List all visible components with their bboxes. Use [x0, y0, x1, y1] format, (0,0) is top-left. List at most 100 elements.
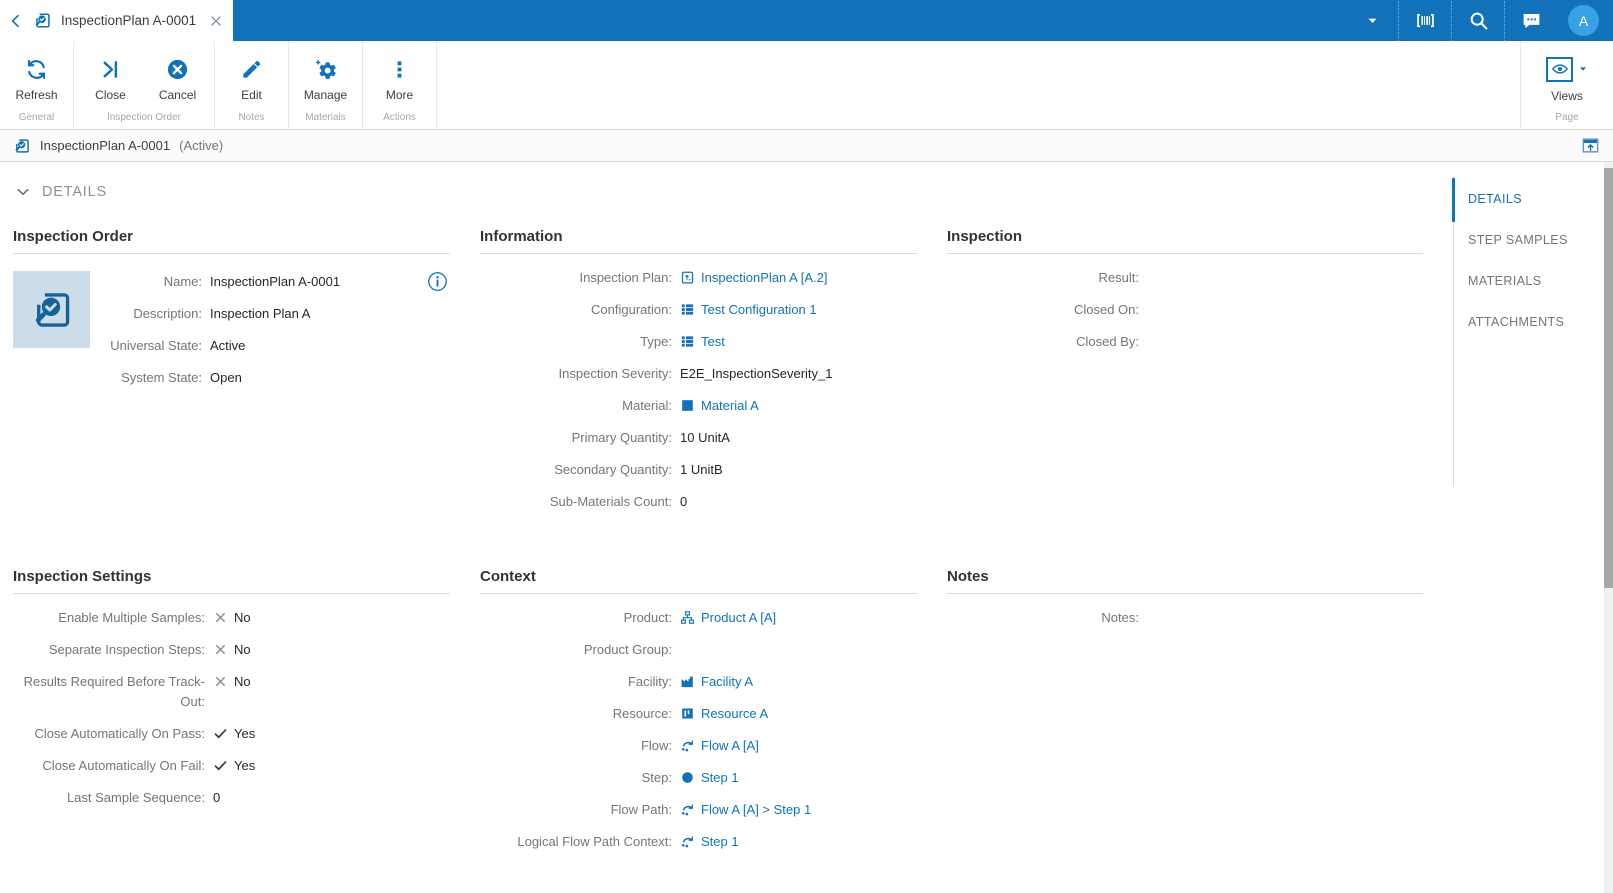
barcode-scan-icon[interactable]: [1399, 0, 1451, 41]
nav-item-materials[interactable]: MATERIALS: [1468, 260, 1568, 301]
field-row: Enable Multiple Samples: No: [13, 608, 450, 628]
topbar-dropdown-caret-icon[interactable]: [1346, 0, 1398, 41]
views-button[interactable]: Views: [1524, 56, 1610, 103]
field-row: Close Automatically On Pass: Yes: [13, 724, 450, 744]
section-title: Inspection: [947, 228, 1423, 254]
refresh-icon: [25, 58, 48, 81]
section-inspection-order: Inspection Order Name: InspectionPlan A-…: [13, 228, 450, 400]
field-label: Type:: [640, 334, 672, 349]
field-row: Closed By:: [947, 332, 1423, 352]
search-icon[interactable]: [1452, 0, 1504, 41]
details-header-label: DETAILS: [42, 184, 107, 200]
nav-item-step-samples[interactable]: STEP SAMPLES: [1468, 219, 1568, 260]
field-label: Closed On:: [1073, 302, 1139, 317]
resource-icon: [680, 706, 695, 721]
field-label: Logical Flow Path Context:: [517, 834, 672, 849]
field-value: Yes: [234, 726, 256, 741]
facility-icon: [680, 674, 695, 689]
field-value-link[interactable]: Step 1: [701, 768, 739, 788]
details-collapse-header[interactable]: DETAILS: [15, 184, 107, 200]
tab-close-icon[interactable]: [209, 14, 223, 28]
field-label: Inspection Plan:: [579, 270, 672, 285]
more-button[interactable]: More: [366, 58, 433, 102]
field-value-link[interactable]: Product A [A]: [701, 608, 776, 628]
messages-icon[interactable]: [1505, 0, 1557, 41]
nav-item-details[interactable]: DETAILS: [1468, 178, 1568, 219]
cancel-button[interactable]: Cancel: [144, 58, 211, 102]
field-label: Last Sample Sequence:: [66, 790, 205, 805]
back-chevron-icon[interactable]: [8, 13, 24, 29]
section-inspection: Inspection Result: Closed On: Closed By:: [947, 228, 1423, 364]
collapse-header-icon[interactable]: [1581, 136, 1600, 155]
field-label: Results Required Before Track-Out:: [23, 674, 205, 709]
field-row: Facility: Facility A: [480, 672, 917, 692]
toolbar-group-general: Refresh General: [0, 41, 74, 129]
field-row: Notes:: [947, 608, 1423, 628]
section-title: Information: [480, 228, 917, 254]
field-row: Closed On:: [947, 300, 1423, 320]
toolbar-group-label: Materials: [305, 112, 346, 123]
field-label: Result:: [1098, 270, 1139, 285]
field-row: System State: Open: [90, 368, 450, 388]
close-button[interactable]: Close: [77, 58, 144, 102]
field-label: Sub-Materials Count:: [549, 494, 672, 509]
section-information: Information Inspection Plan: InspectionP…: [480, 228, 917, 524]
field-label: Step:: [641, 770, 672, 785]
button-label: Close: [95, 87, 126, 102]
scrollbar-track[interactable]: [1604, 162, 1613, 893]
list-icon: [680, 302, 695, 317]
nav-item-attachments[interactable]: ATTACHMENTS: [1468, 301, 1568, 342]
topbar-actions: A: [1346, 0, 1613, 41]
toolbar-group-page: Views Page: [1520, 41, 1613, 129]
field-row: Logical Flow Path Context: Step 1: [480, 832, 917, 852]
user-avatar[interactable]: A: [1568, 5, 1599, 36]
section-title: Context: [480, 568, 917, 594]
views-caret-icon[interactable]: [1578, 64, 1588, 74]
refresh-button[interactable]: Refresh: [3, 58, 70, 102]
field-value-link[interactable]: Resource A: [701, 704, 768, 724]
field-value-link[interactable]: Flow A [A]: [701, 736, 759, 756]
field-row: Separate Inspection Steps: No: [13, 640, 450, 660]
field-row: Secondary Quantity: 1 UnitB: [480, 460, 917, 480]
top-bar: InspectionPlan A-0001 A: [0, 0, 1613, 41]
manage-button[interactable]: Manage: [292, 58, 359, 102]
field-value-link[interactable]: Material A: [701, 396, 759, 416]
main-content: DETAILS Inspection Order Name: Inspectio…: [0, 162, 1613, 893]
field-label: Universal State:: [110, 338, 202, 353]
field-value-link[interactable]: Test Configuration 1: [701, 300, 817, 320]
field-value-link[interactable]: Step 1: [701, 832, 739, 852]
info-icon[interactable]: [427, 271, 448, 292]
toolbar-group-notes: Edit Notes: [215, 41, 289, 129]
field-label: Notes:: [1101, 610, 1139, 625]
toolbar-group-label: Page: [1555, 112, 1579, 123]
field-value: 1 UnitB: [680, 462, 723, 477]
field-label: Close Automatically On Pass:: [34, 726, 205, 741]
button-label: More: [385, 87, 414, 102]
field-value: 0: [213, 790, 221, 805]
flow-icon: [680, 802, 695, 817]
toolbar-group-label: General: [18, 112, 55, 123]
section-title: Notes: [947, 568, 1423, 594]
page-section-nav: DETAILS STEP SAMPLES MATERIALS ATTACHMEN…: [1468, 178, 1568, 342]
edit-button[interactable]: Edit: [218, 58, 285, 102]
field-row: Product: Product A [A]: [480, 608, 917, 628]
section-notes: Notes Notes:: [947, 568, 1423, 640]
field-value: No: [234, 610, 251, 625]
scrollbar-thumb[interactable]: [1604, 168, 1613, 588]
field-value-link[interactable]: Test: [701, 332, 725, 352]
check-icon: [213, 758, 228, 773]
field-value: E2E_InspectionSeverity_1: [680, 366, 833, 381]
field-value-link[interactable]: InspectionPlan A [A.2]: [701, 268, 827, 288]
field-label: Description:: [133, 306, 202, 321]
entity-title-bar: InspectionPlan A-0001 (Active): [0, 130, 1613, 162]
field-row: Inspection Severity: E2E_InspectionSever…: [480, 364, 917, 384]
field-value-link[interactable]: Facility A: [701, 672, 753, 692]
page-state-badge: (Active): [179, 138, 224, 153]
active-tab[interactable]: InspectionPlan A-0001: [0, 0, 233, 41]
field-label: Product Group:: [583, 642, 672, 657]
field-value-link[interactable]: Flow A [A] > Step 1: [701, 800, 811, 820]
x-icon: [213, 674, 228, 689]
field-label: Name:: [163, 274, 202, 289]
cancel-icon: [166, 58, 189, 81]
